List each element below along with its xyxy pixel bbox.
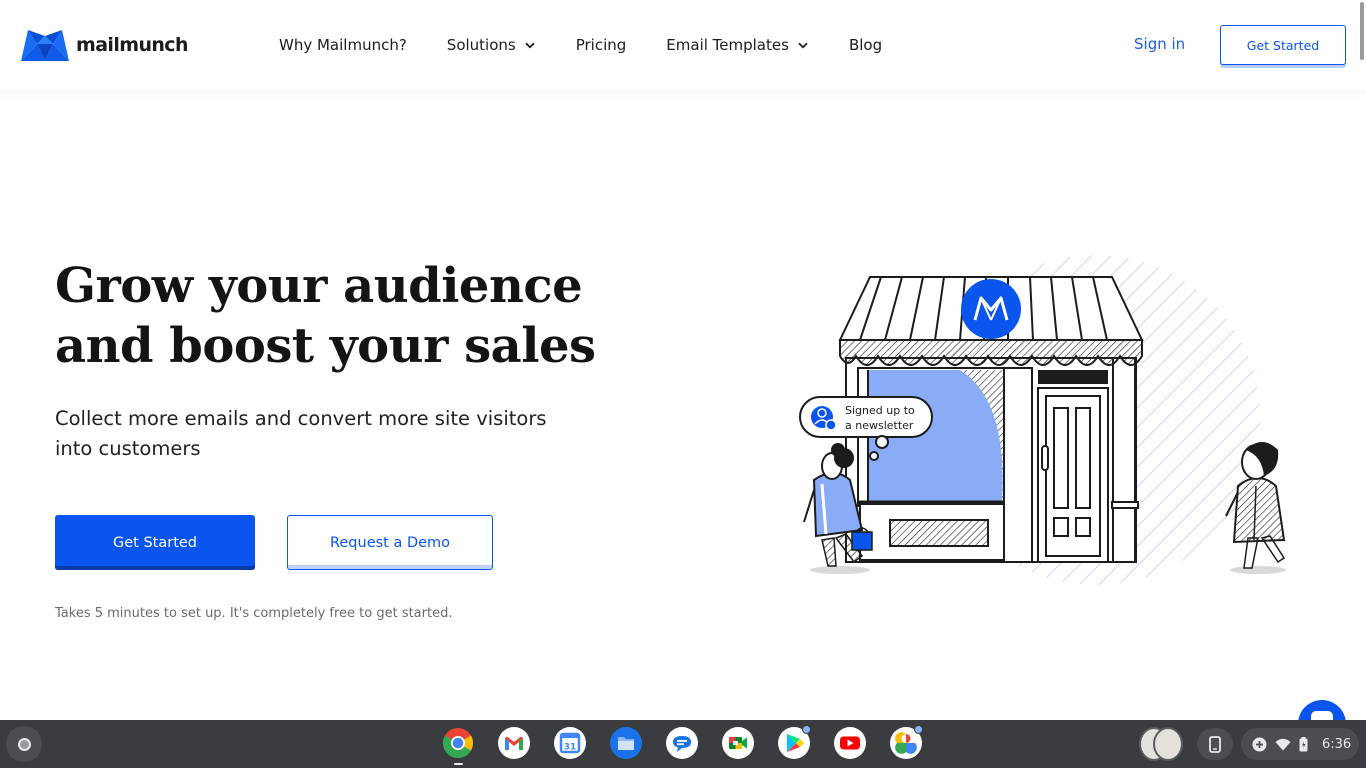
nav-solutions-label: Solutions	[446, 36, 516, 54]
hero-title-line-2: and boost your sales	[55, 318, 596, 374]
chevron-down-icon	[525, 42, 535, 49]
hero-title: Grow your audience and boost your sales	[55, 256, 675, 376]
striped-awning	[838, 276, 1144, 366]
battery-icon	[1299, 736, 1308, 751]
holding-space-tray[interactable]	[1139, 727, 1187, 761]
messages-icon	[666, 727, 698, 759]
logo-wordmark: mailmunch	[76, 34, 188, 56]
sign-in-link[interactable]: Sign in	[1134, 35, 1185, 53]
hero-subtitle: Collect more emails and convert more sit…	[55, 407, 547, 460]
shelf-app-youtube[interactable]	[834, 727, 866, 759]
hero-title-line-1: Grow your audience	[55, 258, 583, 314]
calendar-day: 31	[564, 743, 577, 753]
request-demo-button[interactable]: Request a Demo	[287, 515, 493, 570]
notification-badge	[914, 725, 923, 734]
mailmunch-logo[interactable]: mailmunch	[20, 28, 188, 62]
nav-pricing[interactable]: Pricing	[576, 36, 627, 54]
shelf-apps: 31	[442, 725, 923, 765]
meet-icon	[722, 727, 754, 759]
calendar-icon: 31	[554, 727, 586, 759]
shelf-app-files[interactable]	[610, 727, 642, 759]
nav-solutions[interactable]: Solutions	[447, 36, 535, 54]
wifi-icon	[1275, 738, 1291, 750]
nav-why-mailmunch-label: Why Mailmunch?	[279, 36, 407, 54]
nav-why-mailmunch[interactable]: Why Mailmunch?	[279, 36, 407, 54]
bubble-text-line-1: Signed up to	[845, 404, 915, 417]
clock-time: 6:36	[1322, 736, 1352, 752]
phone-hub-button[interactable]	[1197, 728, 1233, 760]
active-app-indicator	[454, 763, 463, 765]
launcher-icon	[17, 737, 31, 751]
chrome-icon	[442, 728, 474, 758]
page-scrollbar[interactable]	[1360, 2, 1364, 60]
mailmunch-logo-icon	[21, 30, 69, 61]
phone-icon	[1209, 735, 1221, 753]
files-icon	[610, 727, 642, 759]
shelf-app-gmail[interactable]	[498, 727, 530, 759]
status-tray[interactable]: 6:36	[1241, 728, 1359, 760]
nav-email-templates-label: Email Templates	[666, 36, 789, 54]
holding-space-thumbnail	[1153, 727, 1183, 761]
shelf-app-play-store[interactable]	[778, 725, 811, 759]
shelf-app-meet[interactable]	[722, 727, 754, 759]
shelf-app-photos[interactable]	[890, 725, 923, 759]
add-icon	[1252, 737, 1267, 751]
chevron-down-icon	[798, 42, 808, 49]
storefront-illustration: Signed up to a newsletter	[799, 255, 1286, 585]
shelf-app-chrome[interactable]	[442, 727, 474, 765]
launcher-button[interactable]	[6, 726, 42, 762]
gmail-icon	[498, 727, 530, 759]
nav-blog[interactable]: Blog	[849, 36, 882, 54]
storefront	[845, 357, 1139, 563]
nav-blog-label: Blog	[848, 36, 883, 54]
hero-get-started-button[interactable]: Get Started	[55, 515, 255, 570]
nav-email-templates[interactable]: Email Templates	[666, 36, 808, 54]
shelf-app-calendar[interactable]: 31	[554, 727, 586, 759]
nav-pricing-label: Pricing	[575, 36, 627, 54]
hero-fineprint: Takes 5 minutes to set up. It's complete…	[55, 606, 453, 621]
main-nav: Why Mailmunch? Solutions Pricing Email T…	[279, 0, 882, 90]
header-get-started-button[interactable]: Get Started	[1220, 25, 1346, 65]
shelf-app-messages[interactable]	[666, 727, 698, 759]
notification-badge	[802, 725, 811, 734]
site-header: mailmunch Why Mailmunch? Solutions Prici…	[0, 0, 1366, 90]
bubble-text-line-2: a newsletter	[845, 419, 914, 432]
youtube-icon	[834, 727, 866, 759]
